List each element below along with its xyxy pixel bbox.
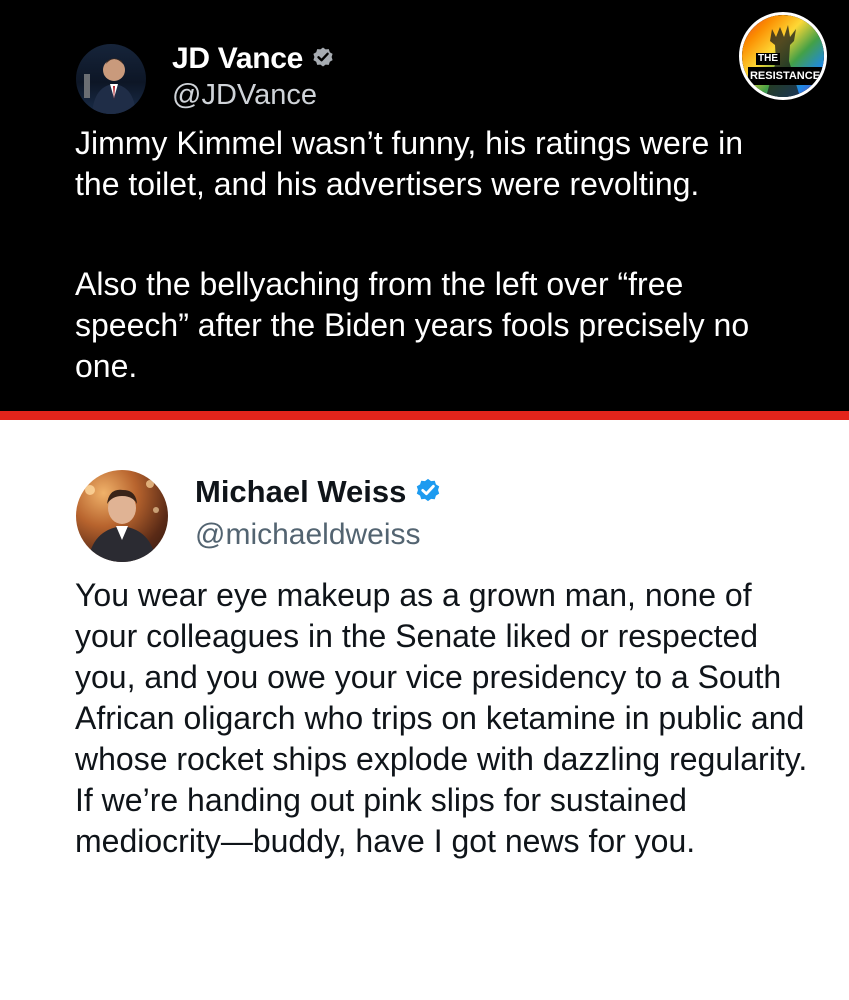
badge-resistance-label: RESISTANCE xyxy=(748,67,822,85)
tweet-text-paragraph-1: Jimmy Kimmel wasn’t funny, his ratings w… xyxy=(75,125,744,202)
michael-weiss-avatar[interactable] xyxy=(76,470,168,562)
tweet-text-paragraph-1: You wear eye makeup as a grown man, none… xyxy=(75,577,808,859)
top-name-row: JD Vance xyxy=(172,40,335,78)
author-name[interactable]: JD Vance xyxy=(172,42,303,76)
jd-vance-avatar[interactable] xyxy=(76,44,146,114)
verified-badge-icon xyxy=(311,45,335,74)
badge-the-label: THE xyxy=(756,53,780,65)
author-handle[interactable]: @michaeldweiss xyxy=(195,518,421,552)
tweet-text-paragraph-2: Also the bellyaching from the left over … xyxy=(75,266,750,384)
author-name[interactable]: Michael Weiss xyxy=(195,474,406,510)
author-handle[interactable]: @JDVance xyxy=(172,79,317,112)
bottom-name-row: Michael Weiss xyxy=(195,472,442,512)
top-tweet: JD Vance @JDVance Jimmy Kimmel wasn’t fu… xyxy=(0,0,849,411)
the-resistance-logo: THE RESISTANCE xyxy=(739,12,827,100)
bottom-tweet: Michael Weiss @michaeldweiss You wear ey… xyxy=(0,420,849,1000)
verified-badge-icon xyxy=(414,476,442,509)
red-divider xyxy=(0,411,849,420)
